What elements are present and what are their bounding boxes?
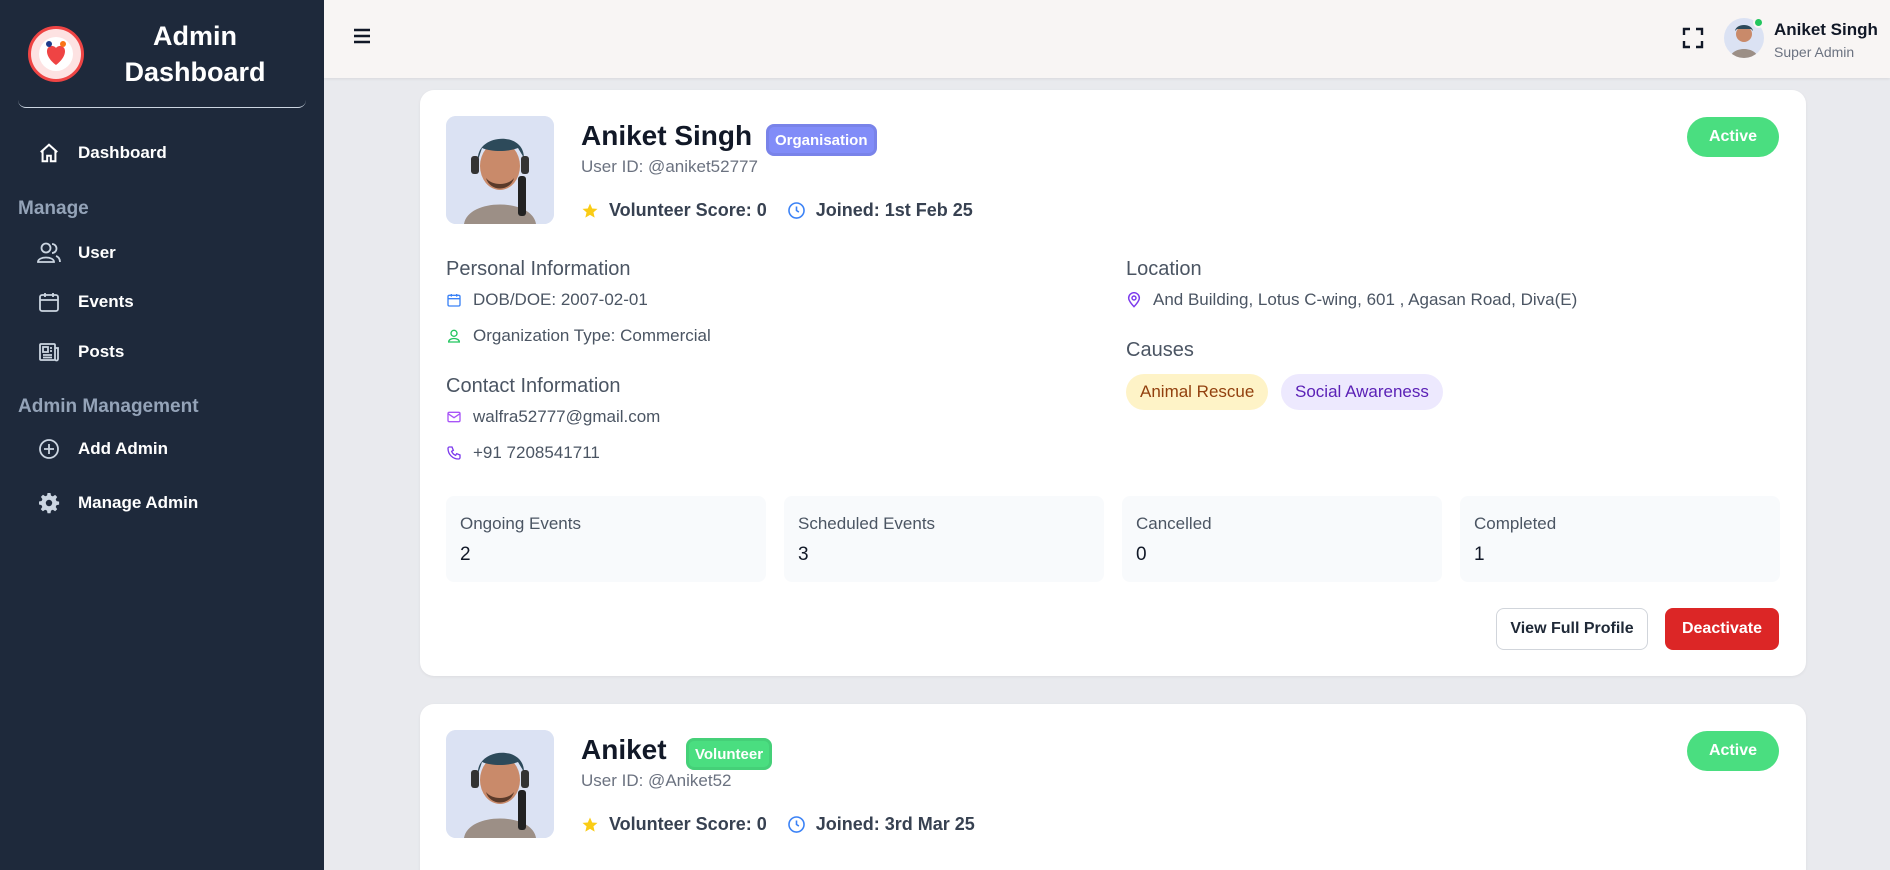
user-avatar [446, 730, 554, 838]
email-value: walfra52777@gmail.com [473, 407, 661, 426]
top-header: Aniket Singh Super Admin [324, 0, 1890, 78]
stat-label: Ongoing Events [460, 514, 581, 533]
brand: Admin Dashboard [18, 0, 306, 108]
sidebar-item-label: Manage Admin [78, 493, 199, 512]
sidebar: Admin Dashboard Dashboard Manage User Ev… [0, 0, 324, 870]
sidebar-item-posts[interactable]: Posts [36, 339, 124, 365]
fullscreen-icon[interactable] [1682, 27, 1706, 51]
contact-info-title: Contact Information [446, 375, 621, 397]
sidebar-item-label: Events [78, 292, 134, 311]
sidebar-section-manage: Manage [18, 198, 89, 219]
sidebar-item-label: Dashboard [78, 143, 167, 162]
user-id: User ID: @Aniket52 [581, 771, 732, 790]
cause-tag: Social Awareness [1281, 374, 1443, 410]
gear-icon [36, 490, 62, 516]
stat-completed: Completed 1 [1460, 496, 1780, 582]
stat-cancelled: Cancelled 0 [1122, 496, 1442, 582]
view-full-profile-button[interactable]: View Full Profile [1496, 608, 1648, 650]
volunteer-score: Volunteer Score: 0 [609, 200, 767, 220]
clock-icon [787, 815, 806, 834]
stat-value: 0 [1136, 544, 1147, 565]
user-type-badge: Organisation [766, 124, 877, 156]
user-avatar [446, 116, 554, 224]
header-user-name: Aniket Singh [1774, 20, 1878, 39]
user-card: Aniket Singh Organisation User ID: @anik… [420, 90, 1806, 676]
org-type-row: Organization Type: Commercial [446, 326, 711, 346]
sidebar-item-user[interactable]: User [36, 240, 116, 266]
stat-ongoing-events: Ongoing Events 2 [446, 496, 766, 582]
stat-value: 2 [460, 544, 471, 565]
user-meta: Volunteer Score: 0 Joined: 1st Feb 25 [581, 200, 973, 221]
online-status-dot [1753, 17, 1764, 28]
sidebar-item-manage-admin[interactable]: Manage Admin [36, 490, 198, 516]
dob-value: DOB/DOE: 2007-02-01 [473, 290, 648, 309]
phone-value: +91 7208541711 [473, 443, 600, 462]
user-icon [446, 328, 464, 344]
star-icon [581, 816, 599, 834]
stat-value: 1 [1474, 544, 1485, 565]
plus-circle-icon [36, 436, 62, 462]
sidebar-section-admin: Admin Management [18, 396, 199, 417]
menu-toggle-icon[interactable] [352, 26, 376, 50]
stat-scheduled-events: Scheduled Events 3 [784, 496, 1104, 582]
stat-value: 3 [798, 544, 809, 565]
status-badge[interactable]: Active [1686, 731, 1779, 771]
sidebar-item-label: User [78, 243, 116, 262]
sidebar-item-dashboard[interactable]: Dashboard [36, 140, 167, 166]
clock-icon [787, 201, 806, 220]
users-icon [36, 240, 62, 266]
stat-label: Completed [1474, 514, 1557, 533]
user-card: Aniket Volunteer User ID: @Aniket52 Volu… [420, 704, 1806, 870]
map-pin-icon [1126, 292, 1144, 308]
calendar-icon [36, 289, 62, 315]
location-value: And Building, Lotus C-wing, 601 , Agasan… [1153, 290, 1578, 309]
stat-label: Cancelled [1136, 514, 1212, 533]
newspaper-icon [36, 339, 62, 365]
location-row: And Building, Lotus C-wing, 601 , Agasan… [1126, 290, 1577, 310]
stat-label: Scheduled Events [798, 514, 936, 533]
sidebar-item-add-admin[interactable]: Add Admin [36, 436, 168, 462]
deactivate-button[interactable]: Deactivate [1665, 608, 1779, 650]
star-icon [581, 202, 599, 220]
joined-date: Joined: 1st Feb 25 [815, 200, 973, 220]
sidebar-item-events[interactable]: Events [36, 289, 134, 315]
user-id: User ID: @aniket52777 [581, 157, 758, 176]
header-user-role: Super Admin [1774, 44, 1855, 60]
user-type-badge: Volunteer [686, 738, 773, 770]
user-name: Aniket [581, 734, 667, 765]
phone-icon [446, 445, 464, 461]
sidebar-item-label: Posts [78, 342, 125, 361]
volunteer-score: Volunteer Score: 0 [609, 814, 767, 834]
phone-row: +91 7208541711 [446, 443, 600, 463]
joined-date: Joined: 3rd Mar 25 [815, 814, 975, 834]
sidebar-title: Admin Dashboard [124, 20, 266, 87]
personal-info-title: Personal Information [446, 258, 631, 280]
calendar-icon [446, 292, 464, 308]
home-icon [36, 140, 62, 166]
dob-row: DOB/DOE: 2007-02-01 [446, 290, 648, 310]
user-name: Aniket Singh [581, 120, 753, 151]
causes-title: Causes [1126, 339, 1194, 361]
sidebar-item-label: Add Admin [78, 439, 169, 458]
status-badge[interactable]: Active [1686, 117, 1779, 157]
user-meta: Volunteer Score: 0 Joined: 3rd Mar 25 [581, 814, 975, 835]
app-logo [28, 25, 84, 82]
org-type-value: Organization Type: Commercial [473, 326, 711, 345]
location-title: Location [1126, 258, 1202, 280]
mail-icon [446, 409, 464, 425]
email-row: walfra52777@gmail.com [446, 407, 660, 427]
cause-tag: Animal Rescue [1126, 374, 1269, 410]
